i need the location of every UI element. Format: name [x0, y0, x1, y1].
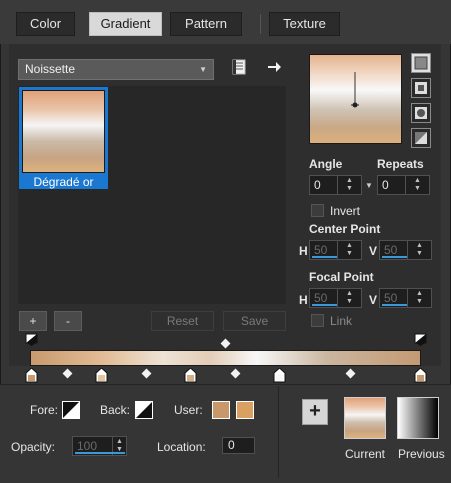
- center-h-label: H: [299, 244, 308, 258]
- gradient-category-select[interactable]: Noissette ▼: [18, 59, 214, 80]
- save-button[interactable]: Save: [223, 311, 286, 331]
- location-input[interactable]: 0: [222, 437, 255, 454]
- spin-arrows-icon[interactable]: ▲ ▼: [407, 241, 431, 259]
- fore-color-swatch[interactable]: [62, 401, 80, 419]
- spin-arrows-icon[interactable]: ▲ ▼: [407, 289, 431, 307]
- linear-gradient-icon: [414, 56, 428, 70]
- chevron-down-icon: ▼: [365, 180, 373, 190]
- invert-label: Invert: [330, 204, 361, 218]
- color-stop-icon[interactable]: [273, 368, 286, 383]
- radial-style-button[interactable]: [411, 128, 431, 148]
- user-color-swatch-2[interactable]: [236, 401, 254, 419]
- opacity-level-bar: [75, 452, 125, 454]
- plus-icon: +: [309, 400, 321, 422]
- reset-button[interactable]: Reset: [151, 311, 214, 331]
- current-gradient-swatch[interactable]: [344, 397, 386, 439]
- center-v-label: V: [369, 244, 378, 258]
- spin-arrows-icon[interactable]: ▲ ▼: [337, 176, 361, 194]
- previous-label: Previous: [398, 447, 445, 461]
- spin-arrows-icon[interactable]: ▲ ▼: [405, 176, 429, 194]
- gradient-thumbnail-label: Dégradé or: [33, 175, 94, 189]
- location-label: Location:: [157, 440, 206, 454]
- tab-gradient[interactable]: Gradient: [89, 12, 162, 36]
- focal-v-label: V: [369, 293, 378, 307]
- tab-bar: Color Gradient Pattern Texture: [0, 0, 451, 44]
- color-stop-icon[interactable]: [95, 368, 108, 383]
- previous-gradient-swatch[interactable]: [397, 397, 439, 439]
- focal-h-spinbox[interactable]: 50 ▲ ▼: [309, 288, 362, 308]
- center-v-level-bar: [382, 256, 407, 258]
- back-swatch-icon: [136, 402, 152, 418]
- tab-divider: [260, 14, 261, 34]
- current-label: Current: [345, 447, 386, 461]
- angle-label: Angle: [309, 157, 343, 171]
- repeats-spinbox[interactable]: 0 ▲ ▼: [377, 175, 430, 195]
- gradient-category-value: Noissette: [25, 62, 76, 76]
- color-stop-icon[interactable]: [184, 368, 197, 383]
- focal-h-label: H: [299, 293, 308, 307]
- center-h-level-bar: [312, 256, 337, 258]
- angle-handle-icon: [351, 72, 359, 108]
- fore-label: Fore:: [30, 403, 59, 417]
- invert-checkbox[interactable]: [311, 204, 324, 217]
- color-stop-icon[interactable]: [414, 368, 427, 383]
- linear-style-button[interactable]: [411, 53, 431, 73]
- opacity-value: 100: [77, 439, 98, 453]
- angle-dropdown-button[interactable]: ▼: [364, 175, 374, 195]
- add-gradient-button[interactable]: +: [19, 311, 47, 331]
- spin-arrows-icon[interactable]: ▲ ▼: [337, 241, 361, 259]
- focal-h-value: 50: [314, 291, 328, 305]
- user-label: User:: [174, 403, 203, 417]
- focal-h-level-bar: [312, 304, 337, 306]
- export-button[interactable]: [265, 58, 283, 76]
- rectangular-style-button[interactable]: [411, 78, 431, 98]
- focal-point-label: Focal Point: [309, 270, 374, 284]
- gradient-thumbnail-selected[interactable]: Dégradé or: [19, 87, 108, 189]
- center-h-value: 50: [314, 243, 328, 257]
- center-h-spinbox[interactable]: 50 ▲ ▼: [309, 240, 362, 260]
- document-icon: [232, 59, 246, 75]
- center-v-value: 50: [384, 243, 398, 257]
- angle-spinbox[interactable]: 0 ▲ ▼: [309, 175, 362, 195]
- rectangular-gradient-icon: [415, 82, 427, 94]
- arrow-right-icon: [268, 62, 281, 72]
- repeats-value: 0: [382, 178, 389, 192]
- center-v-spinbox[interactable]: 50 ▲ ▼: [379, 240, 432, 260]
- library-options-button[interactable]: [230, 58, 248, 76]
- user-color-swatch-1[interactable]: [212, 401, 230, 419]
- color-stop-icon[interactable]: [25, 368, 38, 383]
- gradient-preview[interactable]: [309, 54, 402, 144]
- angle-value: 0: [314, 178, 321, 192]
- radial-gradient-icon: [415, 132, 427, 144]
- tab-pattern[interactable]: Pattern: [170, 12, 242, 36]
- sunburst-style-button[interactable]: [411, 103, 431, 123]
- back-color-swatch[interactable]: [135, 401, 153, 419]
- opacity-spinbox[interactable]: 100 ▲ ▼: [72, 436, 127, 456]
- sunburst-gradient-icon: [415, 107, 427, 119]
- gradient-bar[interactable]: [30, 350, 421, 366]
- link-label: Link: [330, 314, 353, 328]
- opacity-stop-left-icon[interactable]: [25, 333, 39, 347]
- center-point-label: Center Point: [309, 222, 381, 236]
- focal-v-value: 50: [384, 291, 398, 305]
- link-checkbox[interactable]: [311, 314, 324, 327]
- repeats-label: Repeats: [377, 157, 424, 171]
- focal-v-level-bar: [382, 304, 407, 306]
- opacity-stop-right-icon[interactable]: [414, 333, 428, 347]
- remove-gradient-button[interactable]: -: [54, 311, 82, 331]
- add-to-library-button[interactable]: +: [302, 399, 328, 425]
- tab-color[interactable]: Color: [16, 12, 75, 36]
- focal-v-spinbox[interactable]: 50 ▲ ▼: [379, 288, 432, 308]
- spin-arrows-icon[interactable]: ▲ ▼: [337, 289, 361, 307]
- opacity-label: Opacity:: [11, 440, 56, 454]
- back-label: Back:: [100, 403, 131, 417]
- gradient-thumbnail-swatch: [22, 90, 105, 173]
- bottom-divider: [278, 386, 279, 478]
- fore-swatch-icon: [63, 402, 79, 418]
- tab-texture[interactable]: Texture: [269, 12, 340, 36]
- chevron-down-icon: ▼: [199, 65, 207, 74]
